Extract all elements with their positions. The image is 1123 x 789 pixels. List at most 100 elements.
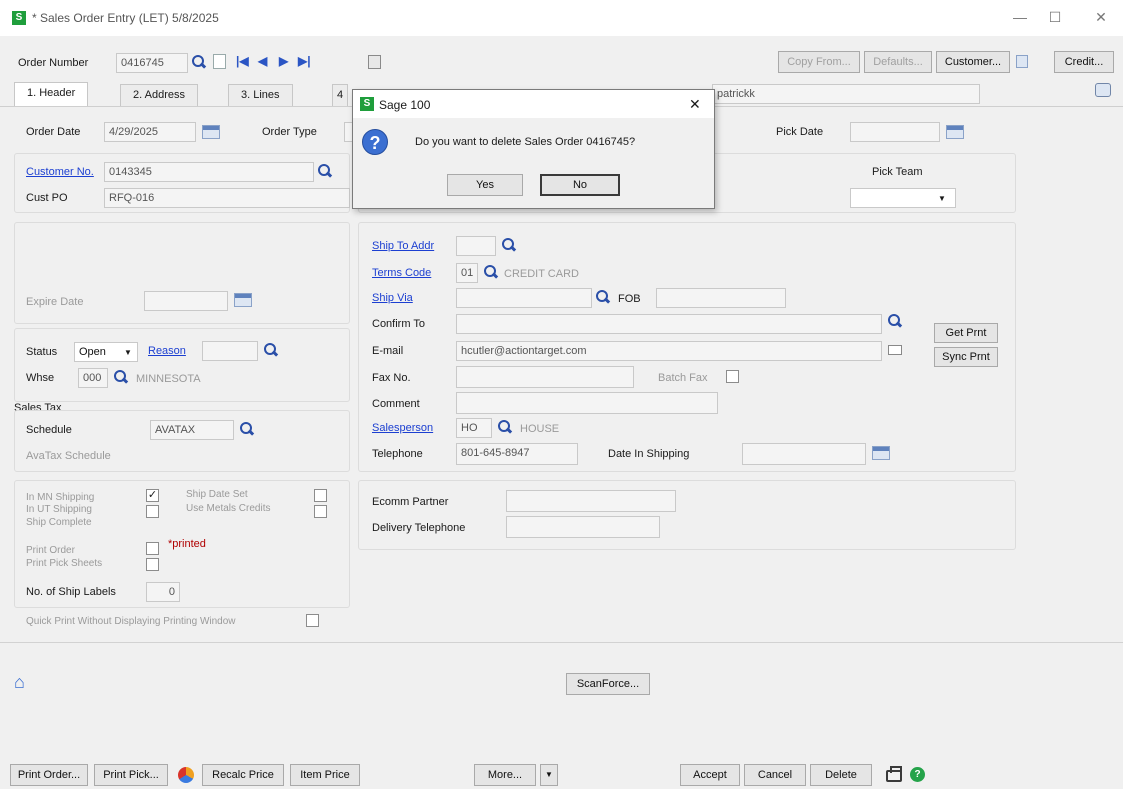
more-dropdown-icon[interactable]: ▼ <box>540 764 558 786</box>
minimize-icon[interactable]: — <box>1005 9 1035 25</box>
telephone-label: Telephone <box>372 448 423 460</box>
help-icon[interactable]: ? <box>910 767 925 782</box>
ship-via-search-icon[interactable] <box>596 290 610 304</box>
document-icon[interactable] <box>213 54 226 69</box>
fob-input[interactable] <box>656 288 786 308</box>
pick-date-calendar-icon[interactable] <box>946 125 964 139</box>
fax-no-input[interactable] <box>456 366 634 388</box>
previous-record-icon[interactable]: ◀ <box>258 54 267 68</box>
accept-button[interactable]: Accept <box>680 764 740 786</box>
reason-input[interactable] <box>202 341 258 361</box>
tab-address[interactable]: 2. Address <box>120 84 198 106</box>
confirm-to-search-icon[interactable] <box>888 314 902 328</box>
email-input[interactable]: hcutler@actiontarget.com <box>456 341 882 361</box>
defaults-button[interactable]: Defaults... <box>864 51 932 73</box>
ship-via-input[interactable] <box>456 288 592 308</box>
expire-date-input[interactable] <box>144 291 228 311</box>
email-label: E-mail <box>372 345 404 357</box>
next-record-icon[interactable]: ▶ <box>279 54 288 68</box>
pick-date-input[interactable] <box>850 122 940 142</box>
yes-button[interactable]: Yes <box>447 174 523 196</box>
date-in-shipping-input[interactable] <box>742 443 866 465</box>
quick-print-checkbox[interactable] <box>306 614 319 627</box>
print-order-checkbox[interactable] <box>146 542 159 555</box>
graduation-cap-icon[interactable]: ⌂ <box>14 672 25 693</box>
schedule-search-icon[interactable] <box>240 422 254 436</box>
get-prnt-button[interactable]: Get Prnt <box>934 323 998 343</box>
maximize-icon[interactable]: ☐ <box>1040 9 1070 26</box>
ship-to-addr-input[interactable] <box>456 236 496 256</box>
ship-to-addr-link[interactable]: Ship To Addr <box>372 240 434 252</box>
first-record-icon[interactable]: |◀ <box>236 54 249 68</box>
ship-to-search-icon[interactable] <box>502 238 516 252</box>
order-number-label: Order Number <box>18 57 89 69</box>
customer-no-input[interactable]: 0143345 <box>104 162 314 182</box>
email-envelope-icon[interactable] <box>888 345 902 355</box>
comment-input[interactable] <box>456 392 718 414</box>
salesperson-search-icon[interactable] <box>498 420 512 434</box>
delivery-telephone-input[interactable] <box>506 516 660 538</box>
reason-link[interactable]: Reason <box>148 345 186 357</box>
layout-icon[interactable] <box>1095 83 1111 97</box>
telephone-input[interactable]: 801-645-8947 <box>456 443 578 465</box>
memo-icon[interactable] <box>368 55 381 69</box>
order-search-icon[interactable] <box>192 55 206 69</box>
in-ut-shipping-label: In UT Shipping <box>26 504 92 515</box>
order-number-input[interactable]: 0416745 <box>116 53 188 73</box>
close-icon[interactable]: ✕ <box>1086 9 1116 26</box>
in-ut-shipping-checkbox[interactable] <box>146 505 159 518</box>
print-pick-sheets-checkbox[interactable] <box>146 558 159 571</box>
whse-input[interactable]: 000 <box>78 368 108 388</box>
cancel-button[interactable]: Cancel <box>744 764 806 786</box>
dialog-close-icon[interactable]: ✕ <box>689 96 701 113</box>
customer-no-link[interactable]: Customer No. <box>26 166 94 178</box>
salesperson-input[interactable]: HO <box>456 418 492 438</box>
print-pick-button[interactable]: Print Pick... <box>94 764 168 786</box>
status-dropdown-icon[interactable]: ▼ <box>124 348 132 357</box>
tab-header[interactable]: 1. Header <box>14 82 89 106</box>
recalc-icon[interactable] <box>178 767 194 783</box>
pick-team-dropdown-icon[interactable]: ▼ <box>938 194 946 203</box>
expire-date-calendar-icon[interactable] <box>234 293 252 307</box>
terms-code-input[interactable]: 01 <box>456 263 478 283</box>
copy-from-button[interactable]: Copy From... <box>778 51 860 73</box>
printer-icon[interactable] <box>886 766 902 782</box>
more-button[interactable]: More... <box>474 764 536 786</box>
delete-button[interactable]: Delete <box>810 764 872 786</box>
confirm-to-input[interactable] <box>456 314 882 334</box>
batch-fax-checkbox[interactable] <box>726 370 739 383</box>
schedule-input[interactable]: AVATAX <box>150 420 234 440</box>
salesperson-link[interactable]: Salesperson <box>372 422 433 434</box>
customer-button[interactable]: Customer... <box>936 51 1010 73</box>
cust-po-input[interactable]: RFQ-016 <box>104 188 350 208</box>
ecomm-partner-input[interactable] <box>506 490 676 512</box>
reason-search-icon[interactable] <box>264 343 278 357</box>
print-order-button[interactable]: Print Order... <box>10 764 88 786</box>
terms-search-icon[interactable] <box>484 265 498 279</box>
credit-button[interactable]: Credit... <box>1054 51 1114 73</box>
window-title: * Sales Order Entry (LET) 5/8/2025 <box>32 11 219 25</box>
scanforce-button[interactable]: ScanForce... <box>566 673 650 695</box>
item-price-button[interactable]: Item Price <box>290 764 360 786</box>
customer-search-icon[interactable] <box>318 164 332 178</box>
dialog-title-bar: S Sage 100 ✕ <box>353 90 714 118</box>
date-in-shipping-calendar-icon[interactable] <box>872 446 890 460</box>
ecomm-partner-label: Ecomm Partner <box>372 496 449 508</box>
last-record-icon[interactable]: ▶| <box>298 54 311 68</box>
whse-search-icon[interactable] <box>114 370 128 384</box>
sync-prnt-button[interactable]: Sync Prnt <box>934 347 998 367</box>
order-date-input[interactable]: 4/29/2025 <box>104 122 196 142</box>
tab-lines[interactable]: 3. Lines <box>228 84 293 106</box>
ship-date-set-checkbox[interactable] <box>314 489 327 502</box>
tab-totals[interactable]: 4 <box>332 84 349 106</box>
use-metals-credits-checkbox[interactable] <box>314 505 327 518</box>
customer-memo-icon[interactable] <box>1016 55 1028 68</box>
ship-via-link[interactable]: Ship Via <box>372 292 413 304</box>
terms-code-link[interactable]: Terms Code <box>372 267 431 279</box>
order-type-label: Order Type <box>262 126 317 138</box>
no-button[interactable]: No <box>540 174 620 196</box>
no-of-ship-labels-input[interactable]: 0 <box>146 582 180 602</box>
in-mn-shipping-checkbox[interactable]: ✓ <box>146 489 159 502</box>
recalc-price-button[interactable]: Recalc Price <box>202 764 284 786</box>
order-date-calendar-icon[interactable] <box>202 125 220 139</box>
